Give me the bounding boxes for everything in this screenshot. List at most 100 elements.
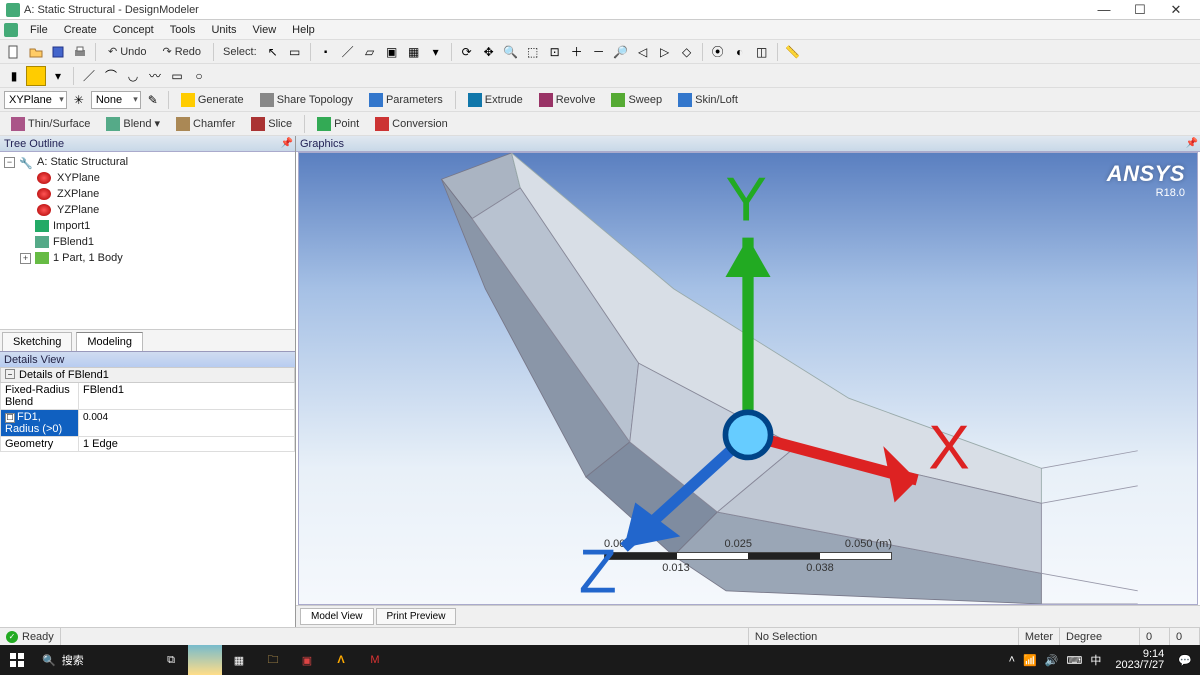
share-topology-button[interactable]: Share Topology [253, 90, 360, 110]
wireframe-button[interactable]: ◫ [752, 42, 772, 62]
pan-button[interactable]: ✥ [479, 42, 499, 62]
point-button[interactable]: Point [310, 114, 366, 134]
tree-outline[interactable]: −🔧A: Static Structural XYPlane ZXPlane Y… [0, 152, 295, 329]
print-button[interactable] [70, 42, 90, 62]
blend-button[interactable]: Blend ▾ [99, 114, 167, 134]
zoom-out-button[interactable]: － [589, 42, 609, 62]
plane-combo[interactable]: XYPlane [4, 91, 67, 109]
extend-selection-button[interactable]: ▾ [426, 42, 446, 62]
color-tool-icon[interactable] [26, 66, 46, 86]
tray-ime[interactable]: 中 [1090, 652, 1101, 668]
taskbar-ansys[interactable]: Λ [324, 645, 358, 675]
menu-view[interactable]: View [245, 22, 285, 38]
skin-loft-button[interactable]: Skin/Loft [671, 90, 745, 110]
details-view-header[interactable]: Details View [0, 351, 295, 367]
taskbar-explorer[interactable]: 🗀 [256, 645, 290, 675]
sketch-rect-icon[interactable]: ▭ [167, 66, 187, 86]
display-button[interactable]: ◐ [730, 42, 750, 62]
sketch-line-icon[interactable]: ／ [79, 66, 99, 86]
rotate-button[interactable]: ⟳ [457, 42, 477, 62]
graphics-header[interactable]: Graphics📌 [296, 136, 1200, 152]
filter-vertex-button[interactable]: ⬝ [316, 42, 336, 62]
prop-row-geometry[interactable]: Geometry1 Edge [0, 437, 295, 452]
tab-modeling[interactable]: Modeling [76, 332, 143, 351]
start-button[interactable] [0, 645, 34, 675]
zoom-box-button[interactable]: ⬚ [523, 42, 543, 62]
revolve-button[interactable]: Revolve [532, 90, 603, 110]
tree-item-yzplane[interactable]: YZPlane [55, 202, 101, 218]
magnifier-button[interactable]: 🔎 [611, 42, 631, 62]
tray-network-icon[interactable]: 📶 [1023, 654, 1037, 667]
next-view-button[interactable]: ▷ [655, 42, 675, 62]
filter-edge-button[interactable]: ／ [338, 42, 358, 62]
open-button[interactable] [26, 42, 46, 62]
filter-body-button[interactable]: ▣ [382, 42, 402, 62]
menu-help[interactable]: Help [284, 22, 323, 38]
save-button[interactable] [48, 42, 68, 62]
pin-icon[interactable]: 📌 [281, 138, 293, 149]
new-button[interactable] [4, 42, 24, 62]
maximize-button[interactable]: ☐ [1122, 2, 1158, 18]
filter-face-button[interactable]: ▱ [360, 42, 380, 62]
line-tool-icon[interactable]: ▾ [48, 66, 68, 86]
zoom-fit-button[interactable]: ⊡ [545, 42, 565, 62]
tree-item-part[interactable]: 1 Part, 1 Body [51, 250, 125, 266]
iso-view-button[interactable]: ◇ [677, 42, 697, 62]
menu-create[interactable]: Create [56, 22, 105, 38]
zoom-button[interactable]: 🔍 [501, 42, 521, 62]
redo-button[interactable]: ↷Redo [156, 42, 209, 61]
tree-item-fblend[interactable]: FBlend1 [51, 234, 96, 250]
menu-concept[interactable]: Concept [105, 22, 162, 38]
sketch-combo[interactable]: None [91, 91, 141, 109]
taskbar-app-1[interactable] [188, 645, 222, 675]
filter-all-button[interactable]: ▦ [404, 42, 424, 62]
details-title[interactable]: −Details of FBlend1 [0, 367, 295, 383]
new-plane-button[interactable]: ✳ [69, 90, 89, 110]
taskbar-app-2[interactable]: ▦ [222, 645, 256, 675]
prop-row-blend[interactable]: Fixed-Radius BlendFBlend1 [0, 383, 295, 410]
tree-root[interactable]: A: Static Structural [35, 154, 130, 170]
parameters-button[interactable]: Parameters [362, 90, 450, 110]
slice-button[interactable]: Slice [244, 114, 299, 134]
select-pointer-button[interactable]: ↖ [263, 42, 283, 62]
axis-triad[interactable]: X Y Z [299, 153, 1197, 604]
look-at-button[interactable]: ⦿ [708, 42, 728, 62]
menu-tools[interactable]: Tools [162, 22, 204, 38]
minimize-button[interactable]: — [1086, 2, 1122, 17]
chamfer-button[interactable]: Chamfer [169, 114, 242, 134]
undo-button[interactable]: ↶Undo [101, 42, 154, 61]
task-view-button[interactable]: ⧉ [154, 645, 188, 675]
tree-toggle[interactable]: + [20, 253, 31, 264]
tray-keyboard-icon[interactable]: ⌨ [1066, 654, 1082, 667]
taskbar-gmail[interactable]: M [358, 645, 392, 675]
conversion-button[interactable]: Conversion [368, 114, 455, 134]
close-button[interactable]: ✕ [1158, 2, 1194, 18]
tree-item-zxplane[interactable]: ZXPlane [55, 186, 101, 202]
previous-view-button[interactable]: ◁ [633, 42, 653, 62]
sketch-tangent-icon[interactable]: ⌒ [101, 66, 121, 86]
taskbar-search[interactable]: 🔍 搜索 [34, 652, 154, 668]
select-box-button[interactable]: ▭ [285, 42, 305, 62]
system-tray[interactable]: ˄ 📶 🔊 ⌨ 中 9:142023/7/27 💬 [1001, 649, 1200, 671]
menu-units[interactable]: Units [203, 22, 244, 38]
radius-input[interactable] [83, 412, 290, 423]
ruler-button[interactable]: 📏 [783, 42, 803, 62]
sketch-spline-icon[interactable]: 〰 [145, 66, 165, 86]
pin-icon[interactable]: 📌 [1186, 138, 1198, 149]
taskbar-app-3[interactable]: ▣ [290, 645, 324, 675]
sketch-arc-icon[interactable]: ◡ [123, 66, 143, 86]
tab-model-view[interactable]: Model View [300, 608, 374, 625]
tree-item-xyplane[interactable]: XYPlane [55, 170, 102, 186]
sweep-button[interactable]: Sweep [604, 90, 669, 110]
tree-item-import[interactable]: Import1 [51, 218, 92, 234]
tab-print-preview[interactable]: Print Preview [376, 608, 457, 625]
tree-outline-header[interactable]: Tree Outline📌 [0, 136, 295, 152]
prop-row-radius[interactable]: ☐FD1, Radius (>0) [0, 410, 295, 437]
select-tool-icon[interactable]: ▮ [4, 66, 24, 86]
tray-notifications-icon[interactable]: 💬 [1178, 654, 1192, 667]
graphics-viewport[interactable]: ANSYS R18.0 0.0000.0250.050 (m) 0.0130.0… [298, 152, 1198, 605]
sketch-circle-icon[interactable]: ○ [189, 66, 209, 86]
tray-chevron-icon[interactable]: ˄ [1009, 654, 1015, 666]
thin-surface-button[interactable]: Thin/Surface [4, 114, 97, 134]
zoom-in-button[interactable]: ＋ [567, 42, 587, 62]
